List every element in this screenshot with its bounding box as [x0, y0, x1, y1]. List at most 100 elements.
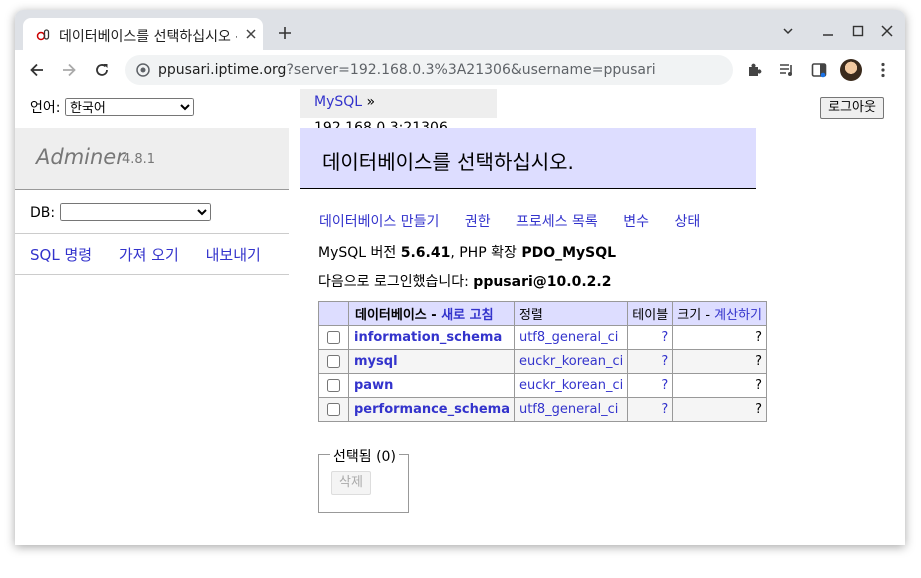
adminer-favicon-icon	[36, 29, 50, 41]
row-checkbox[interactable]	[327, 403, 340, 416]
size-cell: ?	[672, 373, 768, 398]
collation-link[interactable]: euckr_korean_ci	[519, 354, 623, 369]
tables-column-header: 테이블	[627, 301, 674, 326]
page-title: 데이터베이스를 선택하십시오.	[322, 150, 574, 174]
table-header-row: 데이터베이스 - 새로 고침 정렬 테이블 크기 - 계산하기	[318, 301, 768, 326]
db-select[interactable]	[59, 203, 211, 221]
collation-cell: utf8_general_ci	[513, 397, 629, 422]
collation-link[interactable]: euckr_korean_ci	[519, 378, 623, 393]
collation-link[interactable]: utf8_general_ci	[519, 402, 618, 417]
minimize-icon[interactable]	[821, 24, 835, 38]
size-header-label: 크기	[677, 308, 702, 323]
language-select[interactable]: 한국어	[64, 98, 194, 116]
version-middle: , PHP 확장	[450, 245, 522, 261]
url-text: ppusari.iptime.org?server=192.168.0.3%3A…	[158, 62, 656, 78]
tab-search-chevron-icon[interactable]	[781, 24, 795, 38]
browser-window: 데이터베이스를 선택하십시오 - Adminer	[15, 10, 905, 545]
database-header-label: 데이터베이스	[355, 308, 427, 323]
row-checkbox[interactable]	[327, 355, 340, 368]
collation-link[interactable]: utf8_general_ci	[519, 330, 618, 345]
logged-in-info: 다음으로 로그인했습니다: ppusari@10.0.2.2	[318, 271, 611, 291]
database-link[interactable]: pawn	[354, 378, 393, 393]
refresh-link[interactable]: 새로 고침	[441, 308, 493, 323]
size-cell: ?	[672, 349, 768, 374]
database-link[interactable]: information_schema	[354, 330, 502, 345]
tables-link[interactable]: ?	[661, 330, 668, 345]
tables-link[interactable]: ?	[661, 378, 668, 393]
database-link[interactable]: mysql	[354, 354, 398, 369]
tables-link[interactable]: ?	[661, 354, 668, 369]
close-tab-icon[interactable]	[243, 26, 259, 42]
logged-in-prefix: 다음으로 로그인했습니다:	[318, 274, 474, 290]
breadcrumb-server-link[interactable]: MySQL	[314, 94, 362, 110]
url-query: ?server=192.168.0.3%3A21306&username=ppu…	[286, 62, 656, 78]
sql-command-link[interactable]: SQL 명령	[30, 246, 92, 264]
address-bar[interactable]: ppusari.iptime.org?server=192.168.0.3%3A…	[125, 55, 733, 85]
new-tab-icon[interactable]	[277, 25, 293, 41]
action-menu: 데이터베이스 만들기 권한 프로세스 목록 변수 상태	[319, 211, 721, 231]
sidebar-divider	[15, 274, 289, 275]
tab-bar: 데이터베이스를 선택하십시오 - Adminer	[15, 10, 905, 50]
maximize-icon[interactable]	[851, 24, 865, 38]
row-checkbox[interactable]	[327, 379, 340, 392]
logged-in-user: ppusari@10.0.2.2	[473, 274, 612, 290]
table-row: performance_schema utf8_general_ci ? ?	[318, 397, 768, 422]
adminer-version: 4.8.1	[122, 152, 156, 167]
process-list-link[interactable]: 프로세스 목록	[516, 214, 598, 230]
forward-arrow-icon[interactable]	[60, 61, 78, 79]
database-name-cell: information_schema	[348, 325, 515, 350]
reload-icon[interactable]	[93, 61, 111, 79]
tables-cell: ?	[627, 349, 674, 374]
database-table: 데이터베이스 - 새로 고침 정렬 테이블 크기 - 계산하기 informat…	[318, 301, 768, 422]
url-host: ppusari.iptime.org	[158, 62, 287, 78]
php-extension: PDO_MySQL	[521, 245, 617, 261]
header-dash: -	[426, 308, 442, 323]
side-panel-icon[interactable]	[810, 61, 828, 79]
compute-link[interactable]: 계산하기	[714, 308, 762, 323]
browser-tab[interactable]: 데이터베이스를 선택하십시오 - Adminer	[23, 18, 263, 50]
table-row: mysql euckr_korean_ci ? ?	[318, 349, 768, 374]
page-heading-panel: 데이터베이스를 선택하십시오.	[300, 128, 756, 189]
row-select-cell	[318, 373, 349, 398]
more-menu-icon[interactable]	[874, 61, 892, 79]
export-link[interactable]: 내보내기	[206, 246, 261, 264]
database-name-cell: performance_schema	[348, 397, 515, 422]
selection-legend: 선택됨 (0)	[330, 446, 399, 466]
row-select-cell	[318, 325, 349, 350]
browser-toolbar: ppusari.iptime.org?server=192.168.0.3%3A…	[15, 50, 905, 89]
row-checkbox[interactable]	[327, 331, 340, 344]
delete-button[interactable]: 삭제	[331, 471, 371, 495]
site-info-icon[interactable]	[135, 62, 151, 78]
tab-title: 데이터베이스를 선택하십시오 - Adminer	[59, 29, 237, 44]
import-link[interactable]: 가져 오기	[119, 246, 179, 264]
extensions-puzzle-icon[interactable]	[746, 61, 764, 79]
close-window-icon[interactable]	[880, 24, 894, 38]
version-prefix: MySQL 버전	[318, 245, 401, 261]
adminer-logo-link[interactable]: Adminer	[36, 145, 125, 169]
page-content: 언어: 한국어 Adminer 4.8.1 DB: SQL 명령 가져 오기 내…	[15, 89, 905, 545]
create-database-link[interactable]: 데이터베이스 만들기	[319, 214, 439, 230]
language-selector: 언어: 한국어	[30, 97, 194, 117]
privileges-link[interactable]: 권한	[465, 214, 491, 230]
database-name-cell: mysql	[348, 349, 515, 374]
media-control-icon[interactable]	[778, 61, 796, 79]
tables-link[interactable]: ?	[661, 402, 668, 417]
selection-fieldset: 선택됨 (0) 삭제	[318, 446, 409, 513]
row-select-cell	[318, 349, 349, 374]
mysql-version: 5.6.41	[400, 245, 451, 261]
table-row: pawn euckr_korean_ci ? ?	[318, 373, 768, 398]
db-selector: DB:	[30, 203, 211, 221]
variables-link[interactable]: 변수	[623, 214, 649, 230]
status-link[interactable]: 상태	[674, 214, 700, 230]
size-column-header: 크기 - 계산하기	[672, 301, 768, 326]
logout-button[interactable]: 로그아웃	[820, 97, 884, 119]
table-row: information_schema utf8_general_ci ? ?	[318, 325, 768, 350]
tables-cell: ?	[627, 397, 674, 422]
breadcrumb: MySQL » 192.168.0.3:21306	[300, 89, 497, 136]
back-arrow-icon[interactable]	[28, 61, 46, 79]
database-link[interactable]: performance_schema	[354, 402, 510, 417]
size-cell: ?	[672, 325, 768, 350]
row-select-cell	[318, 397, 349, 422]
profile-avatar[interactable]	[840, 59, 862, 81]
tables-cell: ?	[627, 325, 674, 350]
